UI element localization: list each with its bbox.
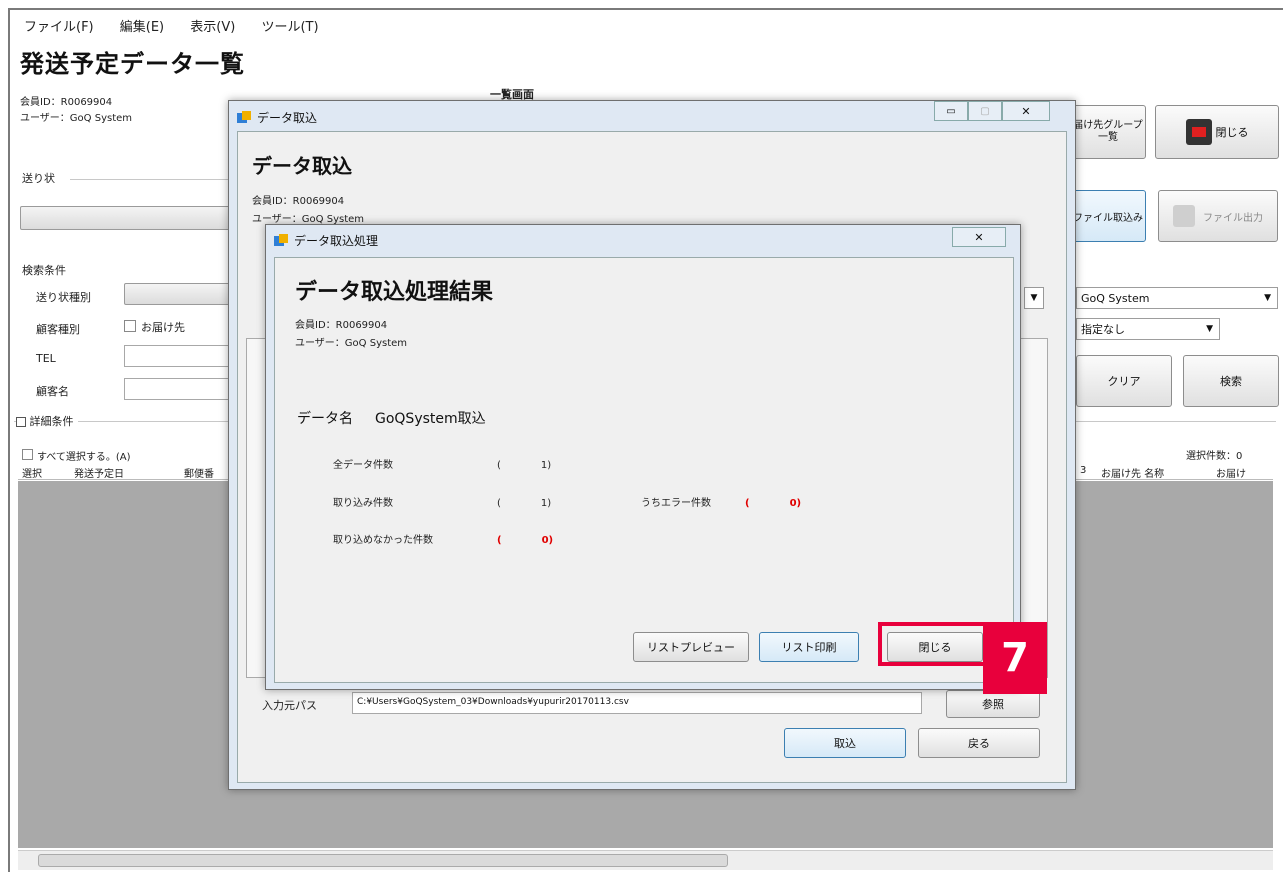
database-icon [1173, 205, 1195, 227]
horizontal-scrollbar[interactable] [18, 850, 1273, 870]
column-header[interactable]: お届け先 名称 [1101, 465, 1164, 480]
import-heading: データ取込 [252, 154, 352, 178]
result-user: ユーザー：GoQ System [295, 338, 408, 349]
dropdown-arrow-icon: ▼ [1206, 324, 1213, 334]
exit-door-icon [1185, 119, 1212, 145]
invoice-type-label: 送り状種別 [36, 291, 91, 304]
column-header[interactable]: お届け [1216, 465, 1246, 480]
list-preview-button[interactable]: リストプレビュー [633, 632, 749, 662]
assign-combo[interactable]: 指定なし ▼ [1076, 318, 1220, 340]
result-heading: データ取込処理結果 [295, 280, 494, 305]
close-icon[interactable]: ✕ [1002, 101, 1050, 121]
assign-combo-value: 指定なし [1081, 323, 1125, 336]
import-button[interactable]: 取込 [784, 728, 906, 758]
result-dialog-body: データ取込処理結果 会員ID：R0069904 ユーザー：GoQ System … [274, 257, 1014, 683]
invoice-bar[interactable] [20, 206, 232, 230]
group-divider [70, 179, 230, 180]
menu-view[interactable]: 表示(V) [190, 20, 235, 35]
back-button[interactable]: 戻る [918, 728, 1040, 758]
customer-option-label: お届け先 [141, 321, 185, 334]
invoice-group-label: 送り状 [22, 172, 55, 185]
selected-count: 選択件数：0 [1186, 451, 1243, 462]
customer-name-input[interactable] [124, 378, 230, 400]
scroll-thumb[interactable] [38, 854, 728, 867]
customer-type-label: 顧客種別 [36, 323, 80, 336]
menu-edit[interactable]: 編集(E) [120, 20, 164, 35]
select-all-checkbox[interactable] [22, 449, 33, 460]
path-label: 入力元パス [262, 699, 317, 712]
close-main-label: 閉じる [1215, 126, 1249, 139]
window-controls: ▭ ▢ ✕ [934, 101, 1052, 123]
not-imported-label: 取り込めなかった件数 [333, 535, 433, 546]
error-label: うちエラー件数 [641, 498, 711, 509]
user-combo[interactable]: GoQ System ▼ [1076, 287, 1278, 309]
menu-bar: ファイル(F) 編集(E) 表示(V) ツール(T) [24, 16, 341, 35]
imported-value: ( 1) [497, 498, 552, 509]
user-name: ユーザー：GoQ System [20, 113, 133, 124]
file-export-button[interactable]: ファイル出力 [1158, 190, 1278, 242]
total-value: ( 1) [497, 460, 552, 471]
result-dialog-title: データ取込処理 [274, 232, 378, 249]
list-print-button[interactable]: リスト印刷 [759, 632, 859, 662]
customer-name-label: 顧客名 [36, 385, 69, 398]
app-icon [274, 233, 288, 248]
expand-icon[interactable] [16, 417, 26, 427]
result-dialog-title-text: データ取込処理 [294, 234, 379, 248]
file-import-button[interactable]: ファイル取込み [1070, 190, 1146, 242]
user-combo-value: GoQ System [1081, 291, 1150, 305]
search-group-label: 検索条件 [22, 264, 66, 277]
browse-button[interactable]: 参照 [946, 690, 1040, 718]
data-name-label: データ名 [297, 411, 353, 427]
app-icon [237, 110, 251, 125]
import-dialog-title: データ取込 [237, 109, 317, 126]
column-header[interactable]: 選択 [22, 465, 42, 480]
search-button[interactable]: 検索 [1183, 355, 1279, 407]
dropdown-arrow-icon[interactable]: ▼ [1024, 287, 1044, 309]
column-header[interactable]: 3 [1080, 465, 1086, 476]
tel-input[interactable] [124, 345, 230, 367]
clear-button[interactable]: クリア [1076, 355, 1172, 407]
path-input[interactable]: C:¥Users¥GoQSystem_03¥Downloads¥yupurir2… [352, 692, 922, 714]
delivery-group-button[interactable]: 届け先グループ一覧 [1070, 105, 1146, 159]
not-imported-value: ( 0) [497, 535, 554, 546]
import-member-id: 会員ID：R0069904 [252, 196, 345, 207]
step-badge: 7 [983, 622, 1047, 694]
file-export-label: ファイル出力 [1203, 212, 1263, 224]
page-title: 発送予定データ一覧 [20, 50, 245, 78]
minimize-icon[interactable]: ▭ [934, 101, 968, 121]
maximize-icon[interactable]: ▢ [968, 101, 1002, 121]
close-button-highlight [878, 622, 988, 666]
menu-tools[interactable]: ツール(T) [261, 20, 318, 35]
close-icon[interactable]: ✕ [952, 227, 1006, 247]
invoice-type-combo[interactable] [124, 283, 230, 305]
data-name-value: GoQSystem取込 [375, 411, 486, 427]
tel-label: TEL [36, 352, 56, 365]
detail-group: 詳細条件 [16, 413, 78, 429]
customer-option-checkbox[interactable] [124, 320, 136, 332]
menu-file[interactable]: ファイル(F) [24, 20, 94, 35]
error-value: ( 0) [745, 498, 802, 509]
detail-group-label: 詳細条件 [29, 415, 74, 428]
import-dialog-title-text: データ取込 [257, 111, 318, 125]
dropdown-arrow-icon: ▼ [1264, 293, 1271, 303]
member-id: 会員ID：R0069904 [20, 97, 113, 108]
close-main-button[interactable]: 閉じる [1155, 105, 1279, 159]
select-all-label: すべて選択する。(A) [37, 452, 131, 463]
result-member-id: 会員ID：R0069904 [295, 320, 388, 331]
result-dialog: データ取込処理 ✕ データ取込処理結果 会員ID：R0069904 ユーザー：G… [265, 224, 1021, 690]
import-user: ユーザー：GoQ System [252, 214, 365, 225]
total-label: 全データ件数 [333, 460, 393, 471]
column-header[interactable]: 発送予定日 [74, 465, 124, 480]
column-header[interactable]: 郵便番 [184, 465, 214, 480]
imported-label: 取り込み件数 [333, 498, 393, 509]
